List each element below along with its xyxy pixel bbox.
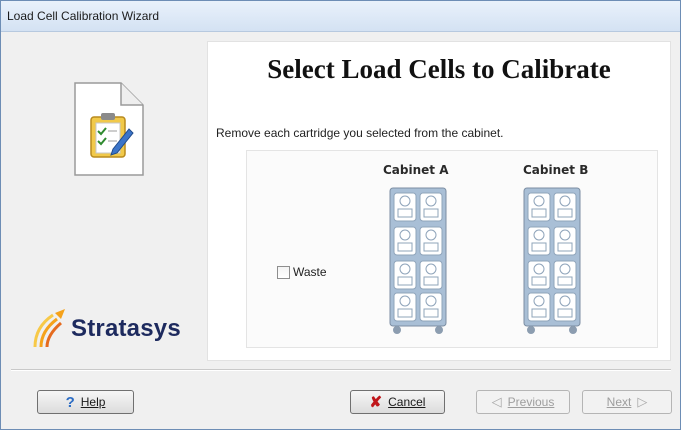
- window-title: Load Cell Calibration Wizard: [7, 9, 160, 23]
- cartridge-slot[interactable]: [419, 192, 443, 222]
- cabinet-a-label: Cabinet A: [383, 163, 449, 177]
- cartridge-slot[interactable]: [393, 192, 417, 222]
- cartridge-slot[interactable]: [527, 192, 551, 222]
- right-arrow-icon: ▷: [637, 394, 648, 409]
- stratasys-swoosh-icon: [33, 309, 65, 348]
- waste-checkbox-box[interactable]: [277, 266, 290, 279]
- cabinet-b-label: Cabinet B: [523, 163, 589, 177]
- left-arrow-icon: ◁: [491, 394, 502, 409]
- cabinet-b-graphic: [523, 187, 581, 334]
- cartridge-slot[interactable]: [419, 260, 443, 290]
- cartridge-slot[interactable]: [393, 260, 417, 290]
- cabinet-selection-area: Cabinet A Cabinet B Waste: [246, 150, 658, 348]
- cartridge-slot[interactable]: [527, 292, 551, 322]
- red-x-icon: ✘: [369, 394, 383, 411]
- previous-button-label: Previous: [507, 395, 555, 409]
- help-button[interactable]: ? Help: [37, 390, 134, 414]
- cartridge-slot[interactable]: [553, 192, 577, 222]
- cartridge-slot[interactable]: [527, 226, 551, 256]
- cancel-button[interactable]: ✘ Cancel: [350, 390, 445, 414]
- instruction-text: Remove each cartridge you selected from …: [216, 126, 504, 140]
- clipboard-document-icon: [74, 82, 144, 176]
- previous-button[interactable]: ◁ Previous: [476, 390, 570, 414]
- cartridge-slot[interactable]: [419, 292, 443, 322]
- cartridge-slot[interactable]: [553, 260, 577, 290]
- next-button[interactable]: Next ▷: [582, 390, 672, 414]
- cancel-button-label: Cancel: [388, 395, 426, 409]
- cartridge-slot[interactable]: [553, 292, 577, 322]
- help-button-label: Help: [80, 395, 106, 409]
- cartridge-slot[interactable]: [393, 226, 417, 256]
- page-title: Select Load Cells to Calibrate: [267, 54, 611, 84]
- cartridge-slot[interactable]: [553, 226, 577, 256]
- cartridge-slot[interactable]: [393, 292, 417, 322]
- wizard-window: Load Cell Calibration Wizard Stratasys S…: [0, 0, 681, 430]
- footer-divider: [11, 369, 671, 371]
- waste-label: Waste: [293, 265, 327, 279]
- cartridge-slot[interactable]: [527, 260, 551, 290]
- content-panel: Select Load Cells to Calibrate Remove ea…: [207, 41, 671, 361]
- left-panel: Stratasys: [11, 41, 199, 359]
- cabinet-a-graphic: [389, 187, 447, 334]
- next-button-label: Next: [606, 395, 632, 409]
- cartridge-slot[interactable]: [419, 226, 443, 256]
- question-mark-icon: ?: [65, 393, 75, 411]
- logo-wordmark: Stratasys: [71, 315, 181, 342]
- title-bar[interactable]: Load Cell Calibration Wizard: [1, 1, 680, 32]
